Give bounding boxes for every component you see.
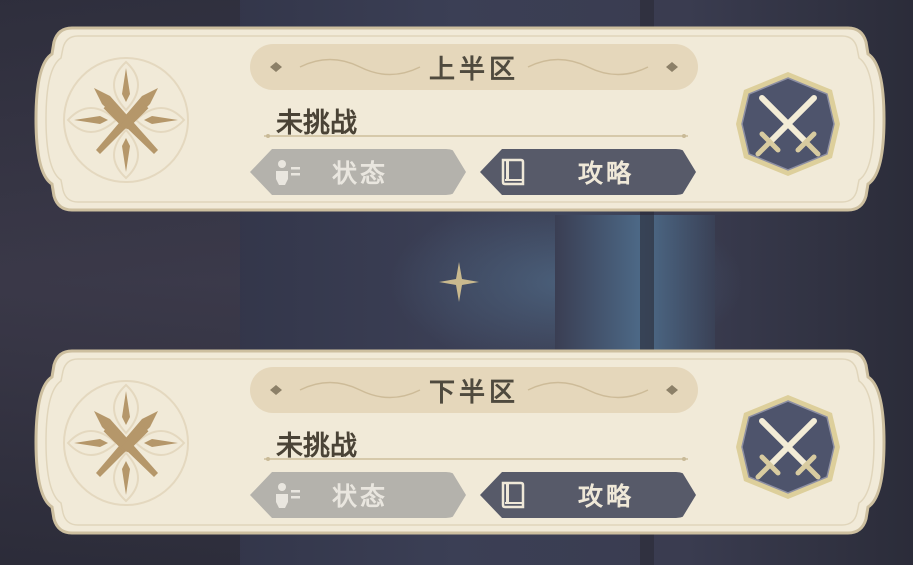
status-button[interactable]: 状态: [250, 149, 466, 195]
status-button-label: 状态: [332, 482, 389, 511]
section-title-banner: 上半区: [250, 44, 698, 90]
divider-line: [264, 134, 688, 138]
guide-button-label: 攻略: [578, 159, 635, 188]
guide-button[interactable]: 攻略: [480, 149, 696, 195]
guide-button[interactable]: 攻略: [480, 472, 696, 518]
crossed-swords-emblem-icon: [63, 380, 189, 506]
upper-half-panel: 上半区 未挑战 状态 攻略: [32, 24, 888, 214]
status-button[interactable]: 状态: [250, 472, 466, 518]
battle-crossed-swords-icon[interactable]: [732, 391, 844, 503]
section-title: 上半区: [428, 54, 519, 85]
status-button-label: 状态: [332, 159, 389, 188]
character-status-icon: [274, 159, 302, 185]
book-icon: [500, 481, 526, 509]
character-status-icon: [274, 482, 302, 508]
book-icon: [500, 158, 526, 186]
battle-crossed-swords-icon[interactable]: [732, 68, 844, 180]
sparkle-icon: [439, 262, 479, 302]
section-title: 下半区: [428, 377, 519, 408]
section-title-banner: 下半区: [250, 367, 698, 413]
lower-half-panel: 下半区 未挑战 状态 攻略: [32, 347, 888, 537]
guide-button-label: 攻略: [578, 482, 635, 511]
background-doorway: [555, 215, 715, 350]
crossed-swords-emblem-icon: [63, 57, 189, 183]
divider-line: [264, 457, 688, 461]
